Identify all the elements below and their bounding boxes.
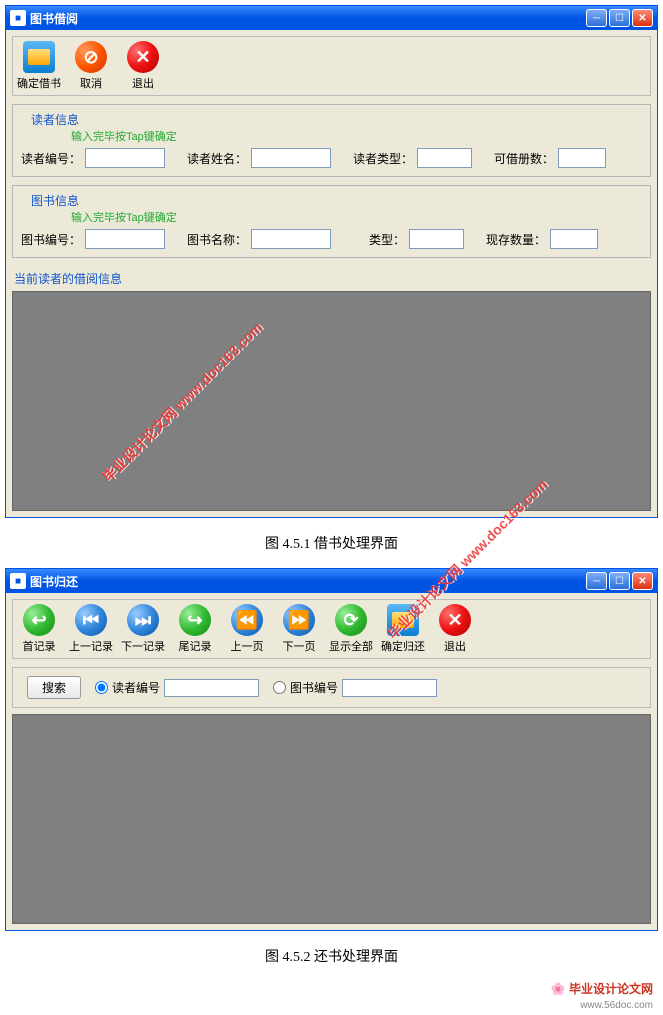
first-icon: ↩ <box>23 604 55 636</box>
folder-icon <box>387 604 419 636</box>
last-record-button[interactable]: ↪ 尾记录 <box>173 604 217 654</box>
next-label: 下一记录 <box>121 638 165 654</box>
confirm-return-button[interactable]: 确定归还 <box>381 604 425 654</box>
first-label: 首记录 <box>23 638 56 654</box>
book-id-search-input[interactable] <box>342 679 437 697</box>
reader-id-search-input[interactable] <box>164 679 259 697</box>
book-id-label: 图书编号： <box>21 231 81 248</box>
prevpage-icon: ⏪ <box>231 604 263 636</box>
last-label: 尾记录 <box>179 638 212 654</box>
refresh-icon: ⟳ <box>335 604 367 636</box>
prevpage-label: 上一页 <box>231 638 264 654</box>
prev-label: 上一记录 <box>69 638 113 654</box>
watermark: 毕业设计论文网 www.doc163.com <box>98 318 267 487</box>
reader-id-radio-label[interactable]: 读者编号 <box>112 679 160 696</box>
exit-label: 退出 <box>444 638 466 654</box>
confirm-label: 确定借书 <box>17 75 61 91</box>
cancel-icon: ⊘ <box>75 41 107 73</box>
exit-button[interactable]: ✕ 退出 <box>121 41 165 91</box>
nextpage-icon: ⏩ <box>283 604 315 636</box>
minimize-button[interactable]: ─ <box>586 572 607 590</box>
prev-record-button[interactable]: ⏮ 上一记录 <box>69 604 113 654</box>
last-icon: ↪ <box>179 604 211 636</box>
confirm-borrow-button[interactable]: 确定借书 <box>17 41 61 91</box>
exit-label: 退出 <box>132 75 154 91</box>
exit-icon: ✕ <box>439 604 471 636</box>
prev-page-button[interactable]: ⏪ 上一页 <box>225 604 269 654</box>
app-icon: ■ <box>10 10 26 26</box>
book-type-label: 类型： <box>369 231 405 248</box>
maximize-button[interactable]: ☐ <box>609 9 630 27</box>
prev-icon: ⏮ <box>75 604 107 636</box>
search-button[interactable]: 搜索 <box>27 676 81 699</box>
confirm-label: 确定归还 <box>381 638 425 654</box>
book-id-radio-label[interactable]: 图书编号 <box>290 679 338 696</box>
reader-name-label: 读者姓名： <box>187 150 247 167</box>
book-name-label: 图书名称： <box>187 231 247 248</box>
caption-2: 图 4.5.2 还书处理界面 <box>0 936 663 976</box>
next-record-button[interactable]: ⏭ 下一记录 <box>121 604 165 654</box>
book-id-radio[interactable] <box>273 681 286 694</box>
exit-icon: ✕ <box>127 41 159 73</box>
borrow-grid[interactable]: 毕业设计论文网 www.doc163.com <box>12 291 651 511</box>
show-all-button[interactable]: ⟳ 显示全部 <box>329 604 373 654</box>
showall-label: 显示全部 <box>329 638 373 654</box>
window-title: 图书归还 <box>30 573 586 590</box>
app-icon: ■ <box>10 573 26 589</box>
reader-hint: 输入完毕按Tap键确定 <box>71 128 642 144</box>
next-page-button[interactable]: ⏩ 下一页 <box>277 604 321 654</box>
grid-header: 当前读者的借阅信息 <box>12 266 651 291</box>
exit-button[interactable]: ✕ 退出 <box>433 604 477 654</box>
return-grid[interactable] <box>12 714 651 924</box>
book-name-input[interactable] <box>251 229 331 249</box>
minimize-button[interactable]: ─ <box>586 9 607 27</box>
maximize-button[interactable]: ☐ <box>609 572 630 590</box>
close-button[interactable]: ✕ <box>632 572 653 590</box>
reader-type-label: 读者类型： <box>353 150 413 167</box>
reader-quota-input[interactable] <box>558 148 606 168</box>
window-title: 图书借阅 <box>30 10 586 27</box>
book-type-input[interactable] <box>409 229 464 249</box>
reader-quota-label: 可借册数： <box>494 150 554 167</box>
reader-legend: 读者信息 <box>27 111 83 128</box>
reader-type-input[interactable] <box>417 148 472 168</box>
close-button[interactable]: ✕ <box>632 9 653 27</box>
book-hint: 输入完毕按Tap键确定 <box>71 209 642 225</box>
book-stock-input[interactable] <box>550 229 598 249</box>
first-record-button[interactable]: ↩ 首记录 <box>17 604 61 654</box>
reader-id-input[interactable] <box>85 148 165 168</box>
book-legend: 图书信息 <box>27 192 83 209</box>
cancel-button[interactable]: ⊘ 取消 <box>69 41 113 91</box>
reader-id-radio[interactable] <box>95 681 108 694</box>
nextpage-label: 下一页 <box>283 638 316 654</box>
book-id-input[interactable] <box>85 229 165 249</box>
reader-id-label: 读者编号： <box>21 150 81 167</box>
footer-watermark: 🌸 毕业设计论文网 www.56doc.com <box>0 976 663 1015</box>
next-icon: ⏭ <box>127 604 159 636</box>
book-stock-label: 现存数量： <box>486 231 546 248</box>
reader-name-input[interactable] <box>251 148 331 168</box>
folder-icon <box>23 41 55 73</box>
cancel-label: 取消 <box>80 75 102 91</box>
caption-1: 图 4.5.1 借书处理界面 <box>0 523 663 563</box>
